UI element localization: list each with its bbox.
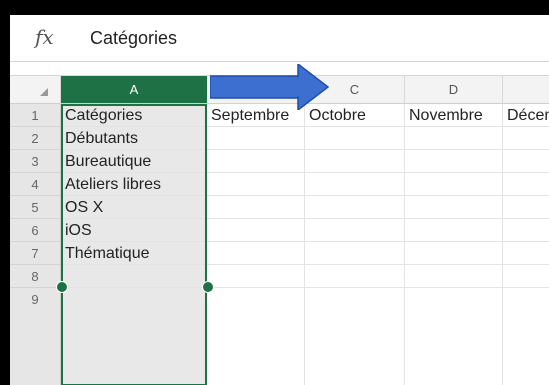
cell-e3[interactable] xyxy=(503,150,549,173)
row-header-4[interactable]: 4 xyxy=(10,173,61,196)
select-all-icon xyxy=(40,88,48,96)
cell-a5[interactable]: OS X xyxy=(61,196,207,219)
formula-input[interactable]: Catégories xyxy=(90,28,177,49)
cell-a8[interactable] xyxy=(61,265,207,288)
cell-b8[interactable] xyxy=(207,265,305,288)
select-all-corner[interactable] xyxy=(10,76,61,104)
column-header-a[interactable]: A xyxy=(61,76,207,104)
cell-b3[interactable] xyxy=(207,150,305,173)
row-header-5[interactable]: 5 xyxy=(10,196,61,219)
spreadsheet-window: fx Catégories A C D 1 Catégories Septemb… xyxy=(10,15,549,385)
cell-d9[interactable] xyxy=(405,288,503,385)
cell-b6[interactable] xyxy=(207,219,305,242)
cell-e4[interactable] xyxy=(503,173,549,196)
cell-d4[interactable] xyxy=(405,173,503,196)
cell-c9[interactable] xyxy=(305,288,405,385)
row-header-2[interactable]: 2 xyxy=(10,127,61,150)
selection-handle-right[interactable] xyxy=(202,281,214,293)
cell-a6[interactable]: iOS xyxy=(61,219,207,242)
cell-a3[interactable]: Bureautique xyxy=(61,150,207,173)
cell-e7[interactable] xyxy=(503,242,549,265)
cell-e8[interactable] xyxy=(503,265,549,288)
cell-d8[interactable] xyxy=(405,265,503,288)
cell-a9[interactable] xyxy=(61,288,207,385)
formula-bar: fx Catégories xyxy=(10,15,549,62)
cell-b7[interactable] xyxy=(207,242,305,265)
cell-c2[interactable] xyxy=(305,127,405,150)
column-header-e[interactable] xyxy=(503,76,549,104)
cell-e5[interactable] xyxy=(503,196,549,219)
cell-e6[interactable] xyxy=(503,219,549,242)
cell-d2[interactable] xyxy=(405,127,503,150)
cell-c7[interactable] xyxy=(305,242,405,265)
cell-c3[interactable] xyxy=(305,150,405,173)
cell-c8[interactable] xyxy=(305,265,405,288)
cell-a4[interactable]: Ateliers libres xyxy=(61,173,207,196)
cell-c6[interactable] xyxy=(305,219,405,242)
cell-b9[interactable] xyxy=(207,288,305,385)
row-header-7[interactable]: 7 xyxy=(10,242,61,265)
row-header-9[interactable]: 9 xyxy=(10,288,61,385)
cell-c5[interactable] xyxy=(305,196,405,219)
cell-d5[interactable] xyxy=(405,196,503,219)
sheet-grid: A C D 1 Catégories Septembre Octobre Nov… xyxy=(10,75,549,385)
row-header-8[interactable]: 8 xyxy=(10,265,61,288)
cell-a2[interactable]: Débutants xyxy=(61,127,207,150)
row-header-9-label: 9 xyxy=(31,292,39,307)
row-header-3[interactable]: 3 xyxy=(10,150,61,173)
selection-handle-left[interactable] xyxy=(56,281,68,293)
column-header-d[interactable]: D xyxy=(405,76,503,104)
row-header-1[interactable]: 1 xyxy=(10,104,61,127)
cell-b2[interactable] xyxy=(207,127,305,150)
cell-e9[interactable] xyxy=(503,288,549,385)
cell-e1[interactable]: Décembre xyxy=(503,104,549,127)
move-right-arrow-icon xyxy=(210,64,330,110)
cell-d6[interactable] xyxy=(405,219,503,242)
cell-e2[interactable] xyxy=(503,127,549,150)
cell-b5[interactable] xyxy=(207,196,305,219)
cell-b4[interactable] xyxy=(207,173,305,196)
row-header-6[interactable]: 6 xyxy=(10,219,61,242)
cell-d7[interactable] xyxy=(405,242,503,265)
cell-a1[interactable]: Catégories xyxy=(61,104,207,127)
cell-a7[interactable]: Thématique xyxy=(61,242,207,265)
cell-c4[interactable] xyxy=(305,173,405,196)
cell-d3[interactable] xyxy=(405,150,503,173)
cell-d1[interactable]: Novembre xyxy=(405,104,503,127)
fx-icon[interactable]: fx xyxy=(35,25,54,49)
